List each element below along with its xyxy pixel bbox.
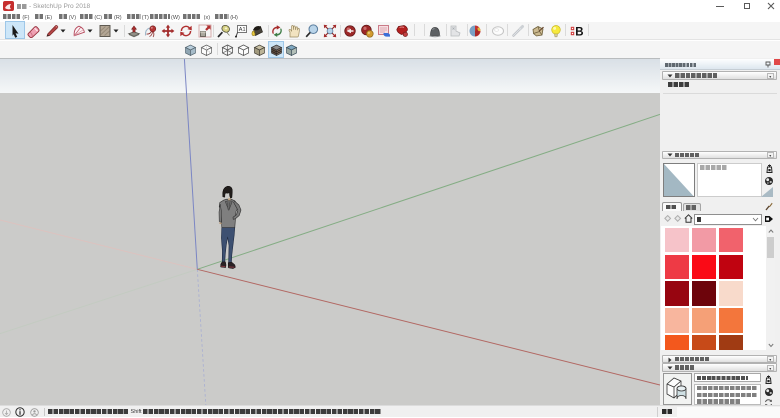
svg-text:A1: A1 bbox=[238, 27, 245, 33]
svg-text:B: B bbox=[575, 27, 583, 38]
